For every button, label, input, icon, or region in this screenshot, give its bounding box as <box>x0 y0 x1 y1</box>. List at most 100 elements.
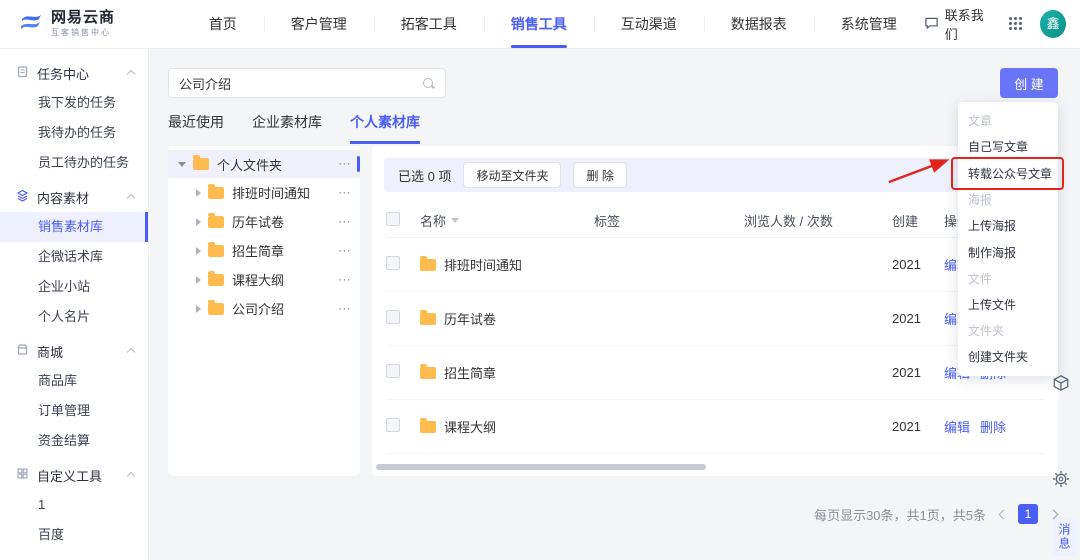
tab-recently-used[interactable]: 最近使用 <box>168 112 224 144</box>
more-icon[interactable] <box>338 272 352 288</box>
tab-enterprise-material-library[interactable]: 企业素材库 <box>252 112 322 144</box>
delete-button[interactable]: 删 除 <box>573 162 627 188</box>
chevron-left-icon[interactable] <box>998 510 1006 518</box>
tree-item-label: 课程大纲 <box>232 273 285 288</box>
tree-item-personal-folder[interactable]: 个人文件夹 <box>168 150 360 178</box>
nav-item-customer-management[interactable]: 客户管理 <box>263 0 374 48</box>
table-header: 名称 标签 浏览人数 / 次数 创建 操作 <box>386 204 1044 238</box>
sidebar-group-mall[interactable]: 商城 <box>0 336 148 366</box>
message-badge[interactable]: 消息 <box>1053 518 1076 556</box>
caret-down-icon[interactable] <box>178 161 186 167</box>
dropdown-item-upload-poster[interactable]: 上传海报 <box>958 212 1058 239</box>
sidebar-group-task-center[interactable]: 任务中心 <box>0 58 148 88</box>
tree-item-schedule-notice[interactable]: 排班时间通知 <box>168 178 360 207</box>
apps-grid-icon[interactable] <box>1009 17 1022 31</box>
shop-icon <box>16 343 29 359</box>
caret-right-icon[interactable] <box>196 217 201 226</box>
search-icon[interactable] <box>422 77 435 90</box>
page-1-button[interactable]: 1 <box>1018 504 1038 524</box>
caret-right-icon[interactable] <box>196 275 201 284</box>
table-row[interactable]: 课程大纲 2021 编辑 删除 <box>386 400 1044 454</box>
tree-item-admission-brochure[interactable]: 招生简章 <box>168 236 360 265</box>
horizontal-scrollbar[interactable] <box>376 464 706 470</box>
nav-item-system-management[interactable]: 系统管理 <box>813 0 924 48</box>
folder-tree-panel: 个人文件夹 排班时间通知 历年试卷 招生简章 课程大纲 <box>168 146 360 476</box>
sidebar-item-company-minisite[interactable]: 企业小站 <box>0 272 148 302</box>
nav-item-home[interactable]: 首页 <box>182 0 264 48</box>
sidebar-item-sales-material-library[interactable]: 销售素材库 <box>0 212 148 242</box>
delete-link[interactable]: 删除 <box>980 417 1006 436</box>
column-header-tag: 标签 <box>594 214 621 229</box>
sidebar-item-my-todo-tasks[interactable]: 我待办的任务 <box>0 118 148 148</box>
material-tabs: 最近使用 企业素材库 个人素材库 <box>168 112 420 144</box>
table-row[interactable]: 招生简章 2021 编辑 删除 <box>386 346 1044 400</box>
more-icon[interactable] <box>338 243 352 259</box>
sidebar-item-fund-settlement[interactable]: 资金结算 <box>0 426 148 456</box>
tree-item-past-papers[interactable]: 历年试卷 <box>168 207 360 236</box>
row-checkbox[interactable] <box>386 418 400 432</box>
folder-icon <box>193 155 209 170</box>
move-to-folder-button[interactable]: 移动至文件夹 <box>463 162 562 188</box>
edit-link[interactable]: 编辑 <box>944 417 970 436</box>
row-checkbox[interactable] <box>386 364 400 378</box>
column-header-created: 创建 <box>892 214 919 229</box>
material-table-panel: 已选 0 项 移动至文件夹 删 除 名称 标签 浏览人数 / 次数 创建 操作 … <box>372 146 1058 476</box>
row-created: 2021 <box>892 257 921 272</box>
sidebar-item-personal-card[interactable]: 个人名片 <box>0 302 148 332</box>
sidebar-item-custom-baidu[interactable]: 百度 <box>0 520 148 550</box>
nav-item-prospecting-tools[interactable]: 拓客工具 <box>373 0 484 48</box>
tree-item-label: 排班时间通知 <box>232 186 311 201</box>
search-input[interactable] <box>179 75 422 91</box>
chevron-right-icon[interactable] <box>1050 510 1058 518</box>
contact-us[interactable]: 联系我们 <box>924 5 991 43</box>
sidebar-group-content-material[interactable]: 内容素材 <box>0 182 148 212</box>
dropdown-item-make-poster[interactable]: 制作海报 <box>958 239 1058 266</box>
sidebar: 任务中心 我下发的任务 我待办的任务 员工待办的任务 内容素材 销售素材库 企微… <box>0 48 149 560</box>
dropdown-item-create-folder[interactable]: 创建文件夹 <box>958 343 1058 370</box>
sidebar-item-order-management[interactable]: 订单管理 <box>0 396 148 426</box>
table-row[interactable]: 历年试卷 2021 编辑 删除 <box>386 292 1044 346</box>
dropdown-item-repost-official-account-article[interactable]: 转载公众号文章 <box>951 157 1064 190</box>
brand: 网易云商 互客销售中心 <box>0 10 152 39</box>
more-icon[interactable] <box>338 214 352 230</box>
table-row[interactable]: 排班时间通知 2021 编辑 删除 <box>386 238 1044 292</box>
chevron-up-icon <box>126 347 136 357</box>
folder-icon <box>420 255 436 271</box>
nav-item-sales-tools[interactable]: 销售工具 <box>483 0 594 48</box>
sidebar-item-staff-todo-tasks[interactable]: 员工待办的任务 <box>0 148 148 178</box>
settings-gear-icon[interactable] <box>1050 468 1072 490</box>
nav-item-data-reports[interactable]: 数据报表 <box>703 0 814 48</box>
tab-personal-material-library[interactable]: 个人素材库 <box>350 112 420 144</box>
select-all-checkbox[interactable] <box>386 212 400 226</box>
search-box <box>168 68 446 98</box>
more-icon[interactable] <box>338 301 352 317</box>
row-name: 历年试卷 <box>444 312 497 327</box>
sort-icon[interactable] <box>451 218 460 223</box>
caret-right-icon[interactable] <box>196 188 201 197</box>
sidebar-group-custom-tools[interactable]: 自定义工具 <box>0 460 148 490</box>
chevron-up-icon <box>126 193 136 203</box>
avatar[interactable]: 鑫 <box>1040 10 1066 38</box>
create-button[interactable]: 创 建 <box>1000 68 1058 98</box>
row-checkbox[interactable] <box>386 256 400 270</box>
sidebar-item-wecom-script-library[interactable]: 企微话术库 <box>0 242 148 272</box>
dropdown-item-write-own-article[interactable]: 自己写文章 <box>958 133 1058 160</box>
column-header-views: 浏览人数 / 次数 <box>744 214 833 229</box>
selected-count-text: 已选 0 项 <box>398 168 452 184</box>
sidebar-item-product-library[interactable]: 商品库 <box>0 366 148 396</box>
nav-item-interaction-channels[interactable]: 互动渠道 <box>593 0 704 48</box>
brand-logo-icon <box>18 10 44 39</box>
caret-right-icon[interactable] <box>196 246 201 255</box>
more-icon[interactable] <box>338 185 352 201</box>
layers-icon <box>16 189 29 205</box>
row-checkbox[interactable] <box>386 310 400 324</box>
sidebar-item-custom-1[interactable]: 1 <box>0 490 148 520</box>
dropdown-item-upload-file[interactable]: 上传文件 <box>958 291 1058 318</box>
more-icon[interactable] <box>338 156 352 172</box>
caret-right-icon[interactable] <box>196 304 201 313</box>
sidebar-item-my-assigned-tasks[interactable]: 我下发的任务 <box>0 88 148 118</box>
tree-item-course-outline[interactable]: 课程大纲 <box>168 265 360 294</box>
folder-icon <box>208 270 224 286</box>
folder-icon <box>208 183 224 199</box>
tree-item-company-intro[interactable]: 公司介绍 <box>168 294 360 323</box>
